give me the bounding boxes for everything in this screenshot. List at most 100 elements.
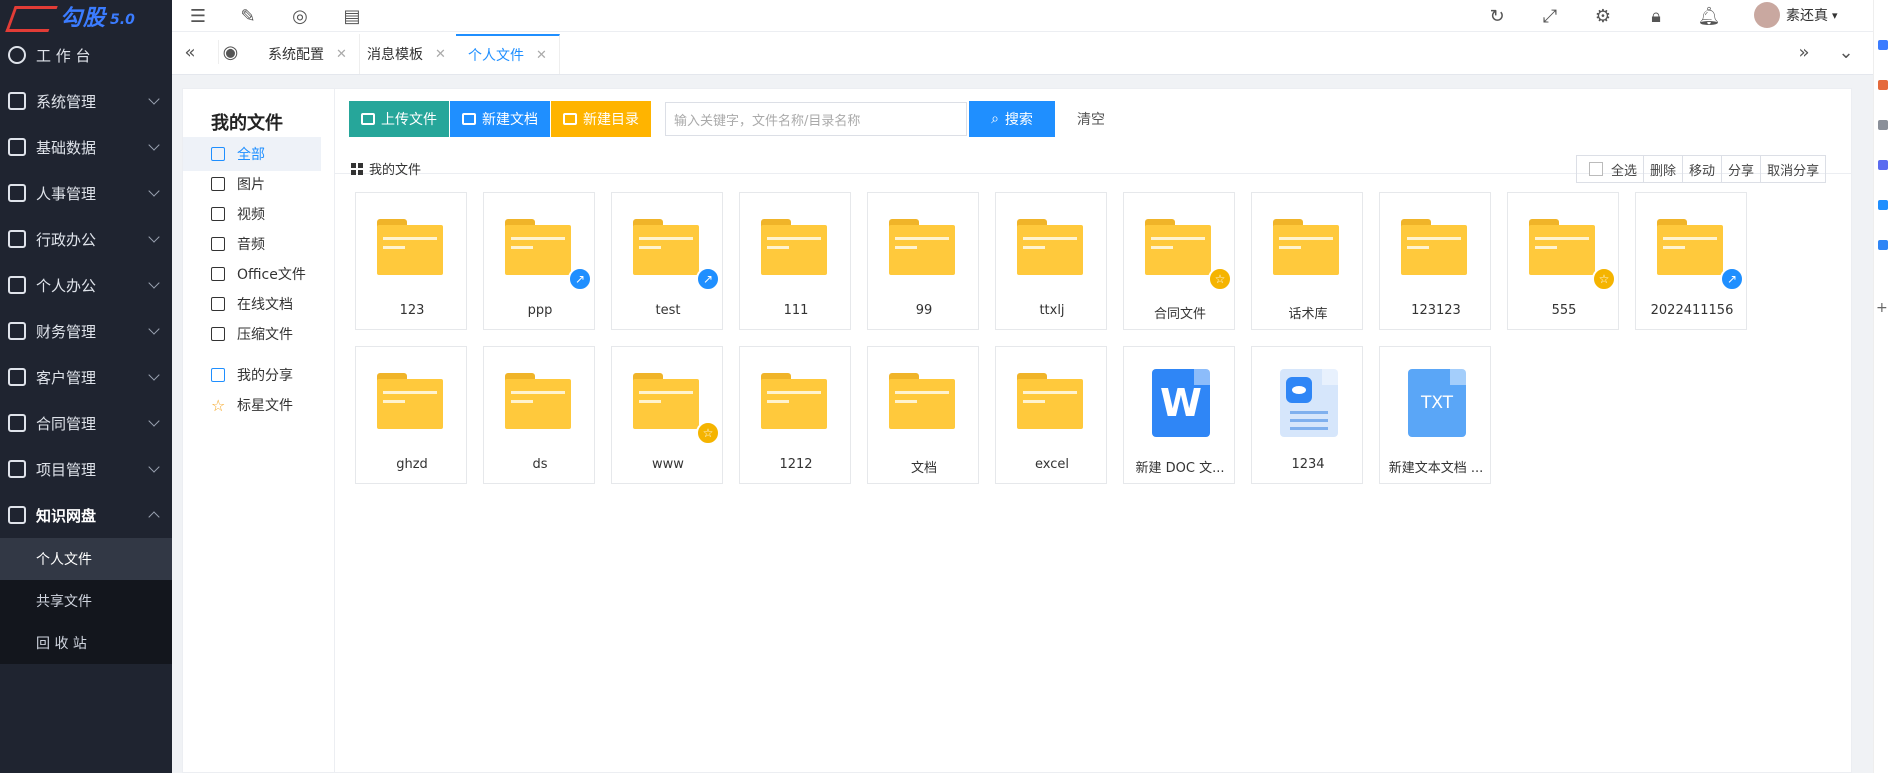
tool-icon[interactable]: [1878, 80, 1888, 90]
tabs-scroll-left-icon[interactable]: «: [178, 40, 202, 64]
windows-icon: [351, 162, 363, 175]
folder-item[interactable]: 话术库: [1251, 192, 1363, 330]
close-icon[interactable]: ✕: [336, 47, 347, 62]
cancel-share-button[interactable]: 取消分享: [1761, 156, 1825, 182]
folder-item[interactable]: excel: [995, 346, 1107, 484]
sidebar-item-admin-office[interactable]: 行政办公: [0, 216, 172, 262]
brand-name: 勾股: [60, 6, 107, 31]
sidebar-subitem-recycle-bin[interactable]: 回 收 站: [0, 622, 172, 664]
category-online-docs[interactable]: 在线文档: [183, 287, 321, 321]
new-document-button[interactable]: 新建文档: [450, 101, 550, 137]
tool-icon[interactable]: [1878, 240, 1888, 250]
sidebar-menu: 工 作 台系统管理 基础数据 人事管理 行政办公个人办公财务管理 客户管理 合同管理 项目管…: [0, 32, 172, 664]
search-input[interactable]: 输入关键字，文件名称/目录名称: [665, 102, 967, 136]
clear-button[interactable]: 清空: [1077, 109, 1105, 129]
sidebar-item-hr[interactable]: 人事管理: [0, 170, 172, 216]
home-tab-icon[interactable]: ◉: [218, 40, 242, 64]
category-my-shares[interactable]: 我的分享: [183, 358, 321, 392]
right-tool-strip: +: [1873, 0, 1889, 773]
folder-icon: [1017, 373, 1083, 429]
category-audio[interactable]: 音频: [183, 227, 321, 261]
file-name: 新建文本文档 ...: [1388, 461, 1484, 476]
folder-item[interactable]: 文档: [867, 346, 979, 484]
user-menu[interactable]: 素还真 ▾: [1754, 2, 1838, 28]
folder-icon: [633, 219, 699, 275]
sidebar-item-label: 个人办公: [36, 276, 97, 295]
share-button[interactable]: 分享: [1722, 156, 1762, 182]
sidebar-item-contract[interactable]: 合同管理: [0, 400, 172, 446]
bell-icon[interactable]: 🔔︎: [1697, 4, 1721, 28]
upload-file-button[interactable]: 上传文件: [349, 101, 449, 137]
sidebar-subitem-shared-files[interactable]: 共享文件: [0, 580, 172, 622]
folder-item[interactable]: ↗ ppp: [483, 192, 595, 330]
folder-item[interactable]: 99: [867, 192, 979, 330]
category-starred-files[interactable]: ☆ 标星文件: [183, 388, 321, 422]
tab-message-template[interactable]: 消息模板 ✕: [355, 34, 459, 74]
tool-icon[interactable]: [1878, 40, 1888, 50]
sidebar-item-system[interactable]: 系统管理: [0, 78, 172, 124]
folder-item[interactable]: 111: [739, 192, 851, 330]
panel-title: 我的文件: [211, 113, 283, 134]
checkbox[interactable]: [1589, 162, 1603, 176]
sidebar-item-customer[interactable]: 客户管理: [0, 354, 172, 400]
globe-icon[interactable]: ◎: [288, 4, 312, 28]
tool-icon[interactable]: [1878, 120, 1888, 130]
select-all-checkbox[interactable]: 全选: [1577, 156, 1645, 182]
category-label: 压缩文件: [237, 327, 293, 343]
clean-icon[interactable]: ✎: [236, 4, 260, 28]
sidebar-item-project[interactable]: 项目管理: [0, 446, 172, 492]
folder-item[interactable]: ☆ www: [611, 346, 723, 484]
file-name: 1234: [1291, 457, 1325, 472]
gear-icon[interactable]: ⚙: [1591, 4, 1615, 28]
sidebar-item-knowledge-drive[interactable]: 知识网盘: [0, 492, 172, 538]
sidebar-item-personal-office[interactable]: 个人办公: [0, 262, 172, 308]
refresh-icon[interactable]: ↻: [1485, 4, 1509, 28]
folder-item[interactable]: ☆ 555: [1507, 192, 1619, 330]
folder-item[interactable]: 123123: [1379, 192, 1491, 330]
folder-item[interactable]: ☆ 合同文件: [1123, 192, 1235, 330]
tab-personal-files[interactable]: 个人文件 ✕: [456, 34, 560, 74]
image-icon: [211, 177, 225, 191]
file-item[interactable]: 1234: [1251, 346, 1363, 484]
search-button[interactable]: ⌕ 搜索: [969, 101, 1055, 137]
breadcrumb-label[interactable]: 我的文件: [369, 159, 421, 178]
tabs-menu-chevron-icon[interactable]: ⌄: [1834, 40, 1858, 64]
list-icon: [211, 147, 225, 161]
folder-item[interactable]: ghzd: [355, 346, 467, 484]
tool-icon[interactable]: [1878, 160, 1888, 170]
category-all[interactable]: 全部: [183, 137, 321, 171]
pages-icon[interactable]: ▤: [340, 4, 364, 28]
new-directory-button[interactable]: 新建目录: [551, 101, 651, 137]
category-office-files[interactable]: Office文件: [183, 257, 321, 291]
folder-item[interactable]: 1212: [739, 346, 851, 484]
add-icon[interactable]: +: [1876, 300, 1888, 316]
tab-system-config[interactable]: 系统配置 ✕: [256, 34, 360, 74]
folder-item[interactable]: ↗ test: [611, 192, 723, 330]
category-videos[interactable]: 视频: [183, 197, 321, 231]
sidebar-subitem-personal-files[interactable]: 个人文件: [0, 538, 172, 580]
fullscreen-icon[interactable]: ⤢: [1538, 4, 1562, 28]
folder-item[interactable]: ttxlj: [995, 192, 1107, 330]
tool-icon[interactable]: [1878, 200, 1888, 210]
category-images[interactable]: 图片: [183, 167, 321, 201]
folder-item[interactable]: ↗ 2022411156: [1635, 192, 1747, 330]
close-icon[interactable]: ✕: [435, 47, 446, 62]
sidebar-item-workbench[interactable]: 工 作 台: [0, 32, 172, 78]
word-document-icon: W: [1152, 369, 1210, 437]
sidebar-item-finance[interactable]: 财务管理: [0, 308, 172, 354]
folder-icon: [1273, 219, 1339, 275]
file-item[interactable]: W 新建 DOC 文...: [1123, 346, 1235, 484]
menu-fold-icon[interactable]: ☰: [186, 4, 210, 28]
chevron-down-icon: [148, 277, 160, 289]
close-icon[interactable]: ✕: [536, 48, 547, 63]
category-archives[interactable]: 压缩文件: [183, 317, 321, 351]
folder-item[interactable]: ds: [483, 346, 595, 484]
file-item[interactable]: TXT 新建文本文档 ...: [1379, 346, 1491, 484]
folder-icon: [761, 219, 827, 275]
tabs-scroll-right-icon[interactable]: »: [1792, 40, 1816, 64]
folder-item[interactable]: 123: [355, 192, 467, 330]
move-button[interactable]: 移动: [1683, 156, 1723, 182]
delete-button[interactable]: 删除: [1644, 156, 1684, 182]
lock-icon[interactable]: 🔒︎: [1644, 4, 1668, 28]
sidebar-item-basic-data[interactable]: 基础数据: [0, 124, 172, 170]
